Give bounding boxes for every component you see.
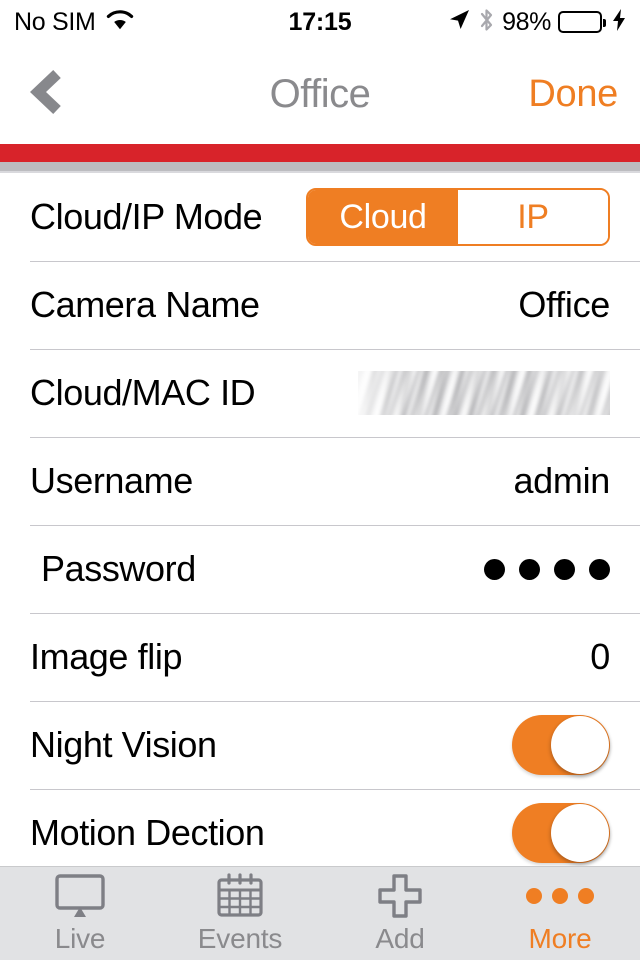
tab-label: Events: [197, 922, 283, 954]
segment-ip[interactable]: IP: [458, 190, 608, 244]
settings-row-cloud-mac-id[interactable]: Cloud/MAC ID: [0, 349, 640, 437]
tab-more[interactable]: More: [480, 867, 640, 960]
row-label: Image flip: [30, 636, 183, 677]
settings-list: Cloud/IP Mode Cloud IP Camera Name Offic…: [0, 173, 640, 866]
settings-row-username[interactable]: Username admin: [0, 437, 640, 525]
segment-cloud[interactable]: Cloud: [308, 190, 458, 244]
ellipsis-dot: [578, 887, 594, 904]
row-label: Password: [41, 548, 196, 589]
location-arrow-icon: [447, 8, 471, 37]
bluetooth-icon: [478, 7, 495, 38]
tab-label: Live: [54, 922, 106, 954]
password-dot: [554, 558, 575, 580]
password-dot: [589, 558, 610, 580]
wifi-icon: [105, 9, 135, 36]
status-bar: No SIM 17:15 98%: [0, 0, 640, 44]
gray-accent-bar: [0, 162, 640, 171]
password-value-dots[interactable]: [484, 558, 610, 580]
status-bar-right: 98%: [447, 7, 626, 38]
cloud-ip-segmented-control[interactable]: Cloud IP: [306, 188, 610, 246]
cloud-mac-id-redacted-value[interactable]: [358, 371, 610, 415]
done-button[interactable]: Done: [528, 73, 618, 116]
row-label: Motion Dection: [30, 812, 265, 853]
night-vision-toggle[interactable]: [512, 715, 610, 775]
plus-icon: [377, 873, 423, 919]
password-dot: [484, 558, 505, 580]
redaction-fade: [358, 371, 610, 415]
row-label: Camera Name: [30, 284, 260, 325]
settings-row-cloud-ip-mode[interactable]: Cloud/IP Mode Cloud IP: [0, 173, 640, 261]
row-label: Cloud/IP Mode: [30, 196, 263, 237]
motion-detection-toggle[interactable]: [512, 803, 610, 863]
settings-row-image-flip[interactable]: Image flip 0: [0, 613, 640, 701]
lightning-bolt-icon: [612, 8, 626, 37]
tab-label: More: [528, 922, 592, 954]
row-label: Night Vision: [30, 724, 217, 765]
row-label: Username: [30, 460, 193, 501]
navigation-bar: Office Done: [0, 44, 640, 144]
ellipsis-dot: [526, 887, 542, 904]
tab-events[interactable]: Events: [160, 867, 320, 960]
row-label: Cloud/MAC ID: [30, 372, 256, 413]
tab-bar: Live Events Add More: [0, 866, 640, 960]
image-flip-value[interactable]: 0: [590, 636, 610, 678]
ellipsis-dots: [526, 887, 594, 904]
calendar-icon: [216, 872, 264, 919]
password-dot: [519, 558, 540, 580]
monitor-icon: [53, 873, 107, 919]
ellipsis-dot: [552, 887, 568, 904]
battery-percent-label: 98%: [502, 7, 551, 36]
tab-label: Add: [375, 922, 425, 954]
tab-add[interactable]: Add: [320, 867, 480, 960]
battery-icon: [558, 11, 606, 33]
settings-row-password[interactable]: Password: [0, 525, 640, 613]
tab-live[interactable]: Live: [0, 867, 160, 960]
clock-label: 17:15: [288, 7, 352, 36]
ellipsis-icon: [526, 873, 594, 919]
status-bar-left: No SIM: [14, 8, 135, 37]
red-accent-bar: [0, 144, 640, 162]
settings-row-camera-name[interactable]: Camera Name Office: [0, 261, 640, 349]
username-value[interactable]: admin: [513, 460, 610, 502]
settings-row-motion-detection[interactable]: Motion Dection: [0, 789, 640, 866]
settings-row-night-vision[interactable]: Night Vision: [0, 701, 640, 789]
toggle-knob: [551, 716, 609, 774]
toggle-knob: [551, 804, 609, 862]
camera-name-value[interactable]: Office: [518, 284, 610, 326]
carrier-label: No SIM: [14, 7, 96, 36]
